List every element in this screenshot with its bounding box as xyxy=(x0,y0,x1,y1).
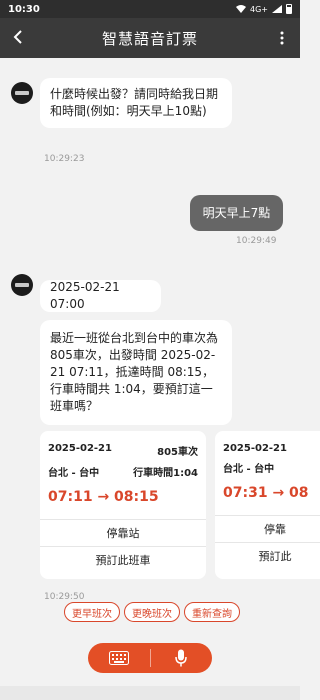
earlier-train-chip[interactable]: 更早班次 xyxy=(64,602,120,622)
bot-logo-icon xyxy=(15,283,29,287)
app-bar: 智慧語音訂票 xyxy=(0,18,300,58)
bot-message: 2025-02-21 07:00 xyxy=(40,280,161,312)
bot-logo-icon xyxy=(15,91,29,95)
book-train-button[interactable]: 預訂此班車 xyxy=(40,547,206,573)
page-title: 智慧語音訂票 xyxy=(101,29,198,48)
message-time: 10:29:23 xyxy=(44,154,85,164)
back-button[interactable] xyxy=(0,28,36,49)
card-subheader: 台北 - 台中 行車時間1:04 xyxy=(40,464,206,479)
card-date: 2025-02-21 xyxy=(223,443,287,454)
stops-button[interactable]: 停靠站 xyxy=(40,520,206,546)
input-bar xyxy=(88,643,212,673)
battery-icon xyxy=(286,4,292,14)
stops-button[interactable]: 停靠 xyxy=(215,516,320,542)
card-date: 2025-02-21 xyxy=(48,443,112,454)
more-button[interactable] xyxy=(264,31,300,45)
message-time: 10:29:49 xyxy=(236,236,277,246)
keyboard-icon xyxy=(108,651,129,665)
bot-avatar xyxy=(11,274,33,296)
status-time: 10:30 xyxy=(8,3,40,15)
keyboard-button[interactable] xyxy=(88,643,150,673)
card-times: 07:11 → 08:15 xyxy=(48,489,159,505)
bot-message: 什麼時候出發？請同時給我日期和時間(例如：明天早上10點) xyxy=(40,78,232,128)
train-card: 2025-02-21 台北 - 台中 07:31 → 08 停靠 預訂此 xyxy=(215,431,320,579)
book-train-button[interactable]: 預訂此 xyxy=(215,543,320,569)
wifi-icon xyxy=(236,5,246,13)
status-icons: 4G+ xyxy=(236,4,292,14)
network-label: 4G+ xyxy=(250,4,268,14)
microphone-button[interactable] xyxy=(151,643,213,673)
later-train-chip[interactable]: 更晚班次 xyxy=(124,602,180,622)
card-route: 台北 - 台中 xyxy=(223,464,275,475)
arrow-left-icon xyxy=(13,29,22,44)
card-duration: 行車時間1:04 xyxy=(133,468,198,479)
train-card: 2025-02-21 805車次 台北 - 台中 行車時間1:04 07:11 … xyxy=(40,431,206,579)
restart-query-chip[interactable]: 重新查詢 xyxy=(184,602,240,622)
status-bar: 10:30 4G+ xyxy=(0,0,300,18)
message-time: 10:29:50 xyxy=(44,592,85,602)
bot-avatar xyxy=(11,82,33,104)
bot-message: 最近一班從台北到台中的車次為805車次，出發時間 2025-02-21 07:1… xyxy=(40,320,232,425)
signal-icon xyxy=(272,5,282,13)
card-header: 2025-02-21 805車次 xyxy=(40,443,206,458)
system-nav-bar xyxy=(0,686,300,700)
card-times: 07:31 → 08 xyxy=(223,485,309,501)
microphone-icon xyxy=(175,649,187,667)
card-subheader: 台北 - 台中 xyxy=(215,460,320,475)
card-header: 2025-02-21 xyxy=(215,443,320,454)
card-route: 台北 - 台中 xyxy=(48,468,100,479)
user-message: 明天早上7點 xyxy=(190,195,283,231)
more-vert-icon xyxy=(280,31,284,45)
card-train-number: 805車次 xyxy=(157,447,198,458)
